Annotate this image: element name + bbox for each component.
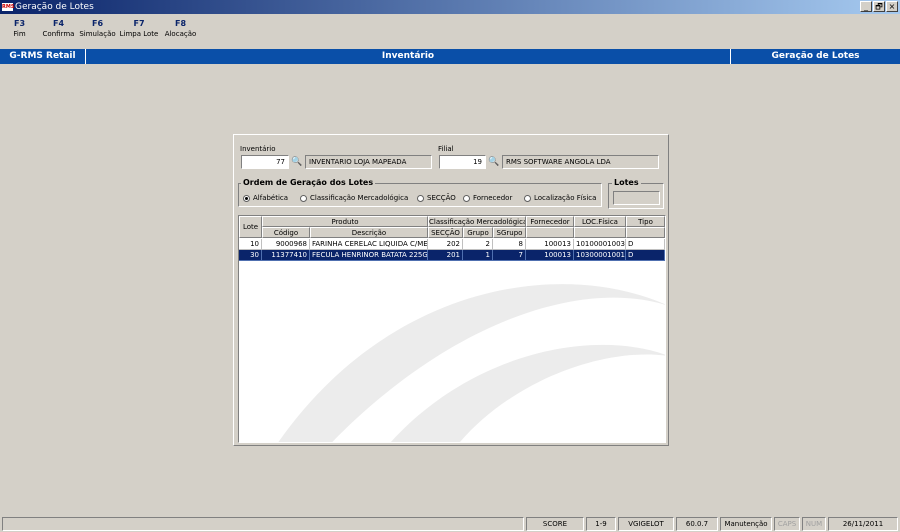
filial-search-icon[interactable]: 🔍: [487, 155, 501, 169]
status-company: SCORE: [526, 517, 584, 531]
lotes-grid[interactable]: Lote Produto Classificação Mercadológica…: [238, 215, 666, 443]
cell-grupo: 2: [463, 239, 493, 250]
status-program: VGIGELOT: [618, 517, 674, 531]
confirma-label: Confirma: [42, 30, 75, 38]
col-loc-sub: [574, 227, 626, 238]
cell-loc: 10100001003: [574, 239, 626, 250]
limpa-lote-button[interactable]: F7 Limpa Lote: [117, 18, 161, 46]
cell-descricao: FARINHA CERELAC LIQUIDA C/ME: [310, 239, 428, 250]
cell-tipo: D: [626, 239, 665, 250]
alocacao-button[interactable]: F8 Alocação: [161, 18, 200, 46]
radio-seccao-dot: [417, 194, 424, 202]
cell-loc: 10300001001: [574, 250, 626, 261]
header-screen-name: Geração de Lotes: [771, 51, 860, 61]
cell-sgrupo: 7: [493, 250, 526, 261]
radio-alfabetica-label: Alfabética: [253, 194, 289, 202]
col-sgrupo-header[interactable]: SGrupo: [493, 227, 526, 238]
radio-alfabetica[interactable]: Alfabética: [243, 194, 288, 202]
filial-label: Filial: [438, 145, 454, 153]
cell-seccao: 201: [428, 250, 463, 261]
inventario-desc-field: INVENTARIO LOJA MAPEADA: [305, 155, 432, 169]
col-descricao-header[interactable]: Descrição: [310, 227, 428, 238]
status-caps: CAPS: [774, 517, 800, 531]
status-message: [2, 517, 524, 531]
inventario-code-field[interactable]: 77: [241, 155, 289, 169]
ordem-group-title: Ordem de Geração dos Lotes: [241, 178, 376, 187]
rms-watermark-icon: [278, 284, 665, 442]
cell-lote: 10: [239, 239, 262, 250]
restore-icon[interactable]: 🗗: [873, 1, 885, 12]
col-fornecedor-sub: [526, 227, 574, 238]
col-seccao-header[interactable]: SECÇÃO: [428, 227, 463, 238]
function-key-toolbar: F3 Fim F4 Confirma F6 Simulação F7 Limpa…: [0, 18, 200, 46]
alocacao-label: Alocação: [164, 30, 197, 38]
col-codigo-header[interactable]: Código: [262, 227, 310, 238]
radio-classificacao[interactable]: Classificação Mercadológica: [300, 194, 408, 202]
col-tipo-sub: [626, 227, 665, 238]
col-produto-header[interactable]: Produto: [262, 216, 428, 227]
radio-seccao-label: SECÇÃO: [427, 194, 456, 202]
confirma-button[interactable]: F4 Confirma: [39, 18, 78, 46]
cell-grupo: 1: [463, 250, 493, 261]
col-lote-header[interactable]: Lote: [239, 216, 262, 238]
status-mode: Manutenção: [720, 517, 772, 531]
simulacao-label: Simulação: [79, 30, 116, 38]
app-logo-icon: RMS: [2, 3, 15, 11]
cell-fornecedor: 100013: [526, 250, 574, 261]
status-date: 26/11/2011: [828, 517, 898, 531]
inventario-search-icon[interactable]: 🔍: [290, 155, 304, 169]
radio-localizacao-dot: [524, 194, 531, 202]
confirma-key: F4: [52, 19, 65, 28]
radio-localizacao[interactable]: Localização Física: [524, 194, 596, 202]
status-num: NUM: [802, 517, 826, 531]
limpa-lote-label: Limpa Lote: [119, 30, 159, 38]
cell-codigo: 9000968: [262, 239, 310, 250]
cell-descricao: FECULA HENRINOR BATATA 225G: [310, 250, 428, 261]
limpa-lote-key: F7: [133, 19, 145, 28]
lotes-group-title: Lotes: [612, 178, 641, 187]
radio-classificacao-dot: [300, 194, 307, 202]
status-version: 60.0.7: [676, 517, 718, 531]
fim-key: F3: [13, 19, 26, 28]
window-title-bar[interactable]: RMS Geração de Lotes _ 🗗 ×: [0, 0, 900, 14]
col-tipo-header[interactable]: Tipo: [626, 216, 665, 227]
radio-fornecedor-dot: [463, 194, 470, 202]
alocacao-key: F8: [174, 19, 187, 28]
inventario-label: Inventário: [240, 145, 276, 153]
module-header: G-RMS Retail Inventário Geração de Lotes: [0, 49, 900, 64]
col-loc-header[interactable]: LOC.Física: [574, 216, 626, 227]
col-grupo-header[interactable]: Grupo: [463, 227, 493, 238]
radio-fornecedor[interactable]: Fornecedor: [463, 194, 512, 202]
header-app-name: G-RMS Retail: [0, 49, 86, 64]
status-range: 1-9: [586, 517, 616, 531]
status-bar: SCORE 1-9 VGIGELOT 60.0.7 Manutenção CAP…: [0, 516, 900, 532]
cell-tipo: D: [626, 250, 665, 261]
lotes-panel: Inventário 77 🔍 INVENTARIO LOJA MAPEADA …: [233, 134, 669, 446]
simulacao-key: F6: [91, 19, 104, 28]
filial-code-field[interactable]: 19: [439, 155, 486, 169]
cell-seccao: 202: [428, 239, 463, 250]
close-icon[interactable]: ×: [886, 1, 898, 12]
minimize-icon[interactable]: _: [860, 1, 872, 12]
col-fornecedor-header[interactable]: Fornecedor: [526, 216, 574, 227]
col-classificacao-header[interactable]: Classificação Mercadológica: [428, 216, 526, 227]
radio-alfabetica-dot: [243, 194, 250, 202]
radio-fornecedor-label: Fornecedor: [473, 194, 513, 202]
radio-seccao[interactable]: SECÇÃO: [417, 194, 456, 202]
radio-classificacao-label: Classificação Mercadológica: [310, 194, 409, 202]
cell-lote: 30: [239, 250, 262, 261]
fim-label: Fim: [13, 30, 26, 38]
fim-button[interactable]: F3 Fim: [0, 18, 39, 46]
header-module-name: Inventário: [86, 49, 731, 64]
lotes-count-field: [613, 191, 660, 205]
filial-desc-field: RMS SOFTWARE ANGOLA LDA: [502, 155, 659, 169]
radio-localizacao-label: Localização Física: [534, 194, 597, 202]
cell-fornecedor: 100013: [526, 239, 574, 250]
simulacao-button[interactable]: F6 Simulação: [78, 18, 117, 46]
window-title: Geração de Lotes: [15, 2, 94, 12]
cell-codigo: 11377410: [262, 250, 310, 261]
cell-sgrupo: 8: [493, 239, 526, 250]
